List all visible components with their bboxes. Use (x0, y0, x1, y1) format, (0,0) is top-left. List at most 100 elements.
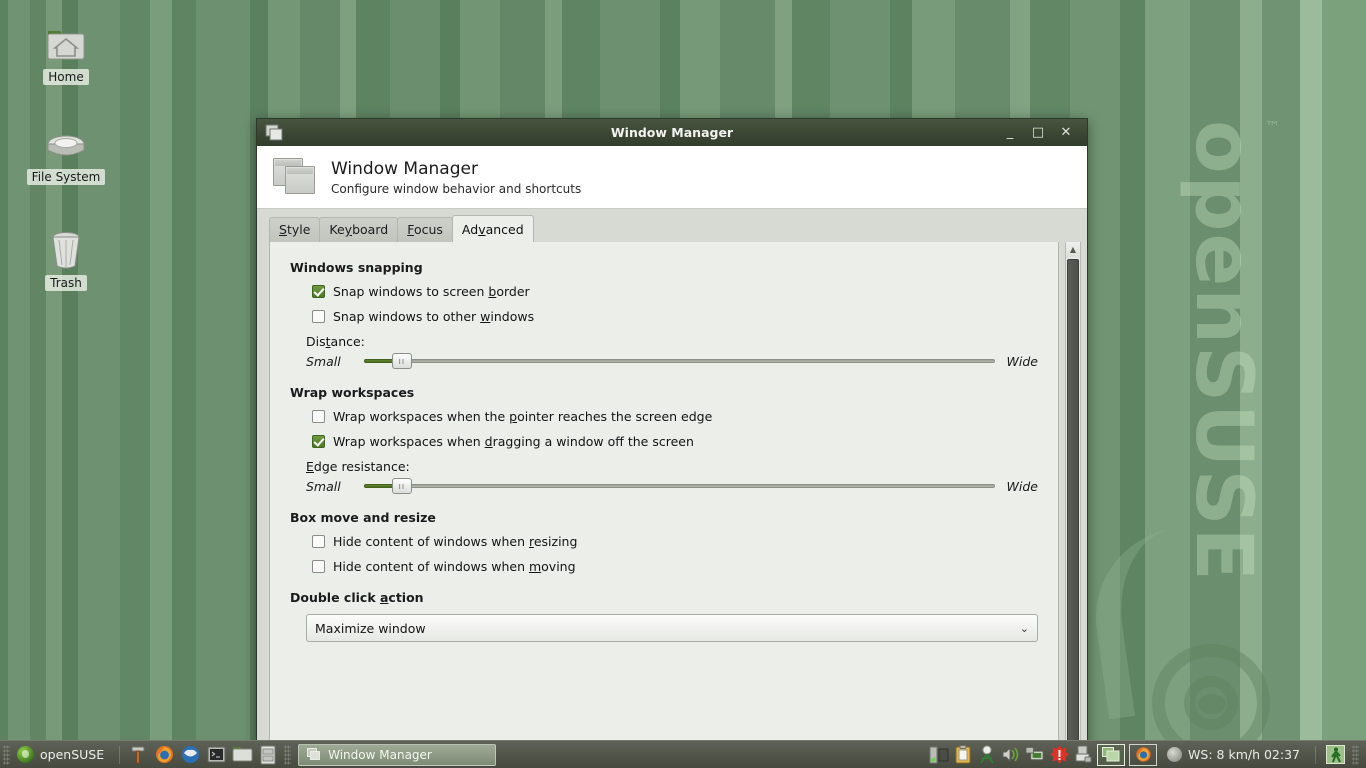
task-window-manager[interactable]: Window Manager (298, 744, 496, 766)
group-wrap-workspaces: Wrap workspaces Wrap workspaces when the… (290, 385, 1038, 494)
taskbar-drag-handle[interactable] (3, 745, 10, 765)
double-click-action-select[interactable]: Maximize window ⌄ (306, 614, 1038, 642)
cpu-monitor-icon[interactable] (929, 745, 949, 765)
windows-stack-icon (265, 124, 285, 142)
start-menu-button[interactable]: openSUSE (13, 742, 114, 768)
tab-bar: Style Keyboard Focus Advanced (257, 209, 1087, 242)
thunderbird-icon (181, 745, 200, 764)
workspace-switcher-icon (1102, 747, 1120, 762)
maximize-button[interactable]: □ (1031, 126, 1045, 139)
checkbox-snap-to-screen-border[interactable]: Snap windows to screen border (312, 284, 1038, 299)
slider-min-label: Small (306, 479, 364, 494)
group-title: Box move and resize (290, 510, 1038, 525)
tab-advanced[interactable]: Advanced (452, 215, 534, 242)
group-box-move-resize: Box move and resize Hide content of wind… (290, 510, 1038, 574)
hard-drive-icon (42, 128, 90, 166)
checkbox-hide-content-moving[interactable]: Hide content of windows when moving (312, 559, 1038, 574)
checkbox-snap-to-other-windows[interactable]: Snap windows to other windows (312, 309, 1038, 324)
minimize-button[interactable]: _ (1003, 126, 1017, 139)
network-icon[interactable] (1025, 745, 1045, 765)
slider-handle[interactable]: ıı (392, 353, 412, 369)
checkbox-box[interactable] (312, 560, 325, 573)
scrollbar-thumb[interactable] (1067, 259, 1079, 768)
checkbox-box[interactable] (312, 310, 325, 323)
page-title: Window Manager (331, 159, 581, 179)
checkbox-label: Hide content of windows when resizing (333, 534, 577, 549)
desktop: ™ openSUSE Home File System Trash (0, 0, 1366, 768)
group-windows-snapping: Windows snapping Snap windows to screen … (290, 260, 1038, 369)
launcher-archive-drawer[interactable] (255, 743, 281, 767)
scroll-up-button[interactable]: ▲ (1066, 242, 1080, 257)
update-alert-icon[interactable] (1049, 745, 1069, 765)
checkbox-wrap-pointer-edge[interactable]: Wrap workspaces when the pointer reaches… (312, 409, 1038, 424)
desktop-icon-file-system[interactable]: File System (18, 128, 114, 185)
select-value: Maximize window (315, 621, 1020, 636)
windows-stack-large-icon (273, 156, 317, 196)
system-tray: WS: 8 km/h 02:37 (929, 744, 1366, 766)
user-presence-icon[interactable] (977, 745, 997, 765)
archive-drawer-icon (259, 745, 277, 765)
launcher-file-manager[interactable] (229, 743, 255, 767)
desktop-icon-home[interactable]: Home (18, 26, 114, 85)
launcher-terminal[interactable] (203, 743, 229, 767)
settings-tool-icon (129, 745, 147, 765)
checkbox-wrap-drag-window[interactable]: Wrap workspaces when dragging a window o… (312, 434, 1038, 449)
logout-button[interactable] (1325, 745, 1345, 765)
wallpaper-brand-text: openSUSE (1178, 120, 1268, 583)
slider-max-label: Wide (995, 354, 1038, 369)
moon-icon (1167, 747, 1182, 762)
tray-separator (1315, 746, 1316, 764)
slider-max-label: Wide (995, 479, 1038, 494)
window-body: Style Keyboard Focus Advanced Windows sn… (257, 209, 1087, 768)
window-icon (307, 748, 321, 761)
desktop-icon-label: Home (43, 69, 88, 85)
checkbox-box[interactable] (312, 435, 325, 448)
checkbox-box[interactable] (312, 285, 325, 298)
slider-handle[interactable]: ıı (392, 478, 412, 494)
tab-keyboard[interactable]: Keyboard (319, 217, 398, 242)
group-double-click-action: Double click action Maximize window ⌄ (290, 590, 1038, 642)
tab-style[interactable]: Style (269, 217, 320, 242)
checkbox-label: Snap windows to screen border (333, 284, 530, 299)
slider-edge-resistance[interactable]: ıı (364, 478, 995, 494)
slider-distance[interactable]: ıı (364, 353, 995, 369)
tab-focus[interactable]: Focus (397, 217, 453, 242)
slider-distance-row: Small ıı Wide (306, 353, 1038, 369)
group-title: Double click action (290, 590, 1038, 605)
launcher-thunderbird[interactable] (177, 743, 203, 767)
label-edge-resistance: Edge resistance: (306, 459, 1038, 474)
tray-drag-handle[interactable] (1352, 745, 1359, 765)
window-titlebar[interactable]: Window Manager _ □ ✕ (257, 119, 1087, 146)
geeko-ball-icon (17, 746, 34, 763)
close-button[interactable]: ✕ (1059, 126, 1073, 139)
volume-icon[interactable] (1001, 745, 1021, 765)
desktop-icon-label: Trash (45, 275, 87, 291)
advanced-tab-pane: Windows snapping Snap windows to screen … (269, 241, 1059, 768)
workspace-switcher[interactable] (1097, 744, 1125, 766)
checkbox-label: Snap windows to other windows (333, 309, 534, 324)
checkbox-label: Hide content of windows when moving (333, 559, 576, 574)
group-title: Wrap workspaces (290, 385, 1038, 400)
checkbox-box[interactable] (312, 535, 325, 548)
checkbox-hide-content-resizing[interactable]: Hide content of windows when resizing (312, 534, 1038, 549)
taskbar: openSUSE (0, 740, 1366, 768)
launcher-settings[interactable] (125, 743, 151, 767)
desktop-icon-trash[interactable]: Trash (18, 228, 114, 291)
slider-min-label: Small (306, 354, 364, 369)
clipboard-icon[interactable] (953, 745, 973, 765)
start-menu-label: openSUSE (40, 747, 104, 762)
window-title: Window Manager (257, 125, 1087, 140)
vertical-scrollbar[interactable]: ▲ ▼ (1065, 241, 1081, 768)
window-header: Window Manager Configure window behavior… (257, 146, 1087, 209)
tasklist-drag-handle[interactable] (284, 745, 291, 765)
checkbox-box[interactable] (312, 410, 325, 423)
terminal-icon (207, 746, 226, 763)
pager-firefox-window[interactable] (1129, 744, 1157, 766)
clock-weather-widget[interactable]: WS: 8 km/h 02:37 (1161, 747, 1306, 762)
clock-text: WS: 8 km/h 02:37 (1188, 747, 1300, 762)
home-folder-icon (44, 26, 88, 66)
taskbar-separator (119, 746, 120, 764)
printer-icon[interactable] (1073, 745, 1093, 765)
task-label: Window Manager (328, 748, 432, 762)
launcher-firefox[interactable] (151, 743, 177, 767)
